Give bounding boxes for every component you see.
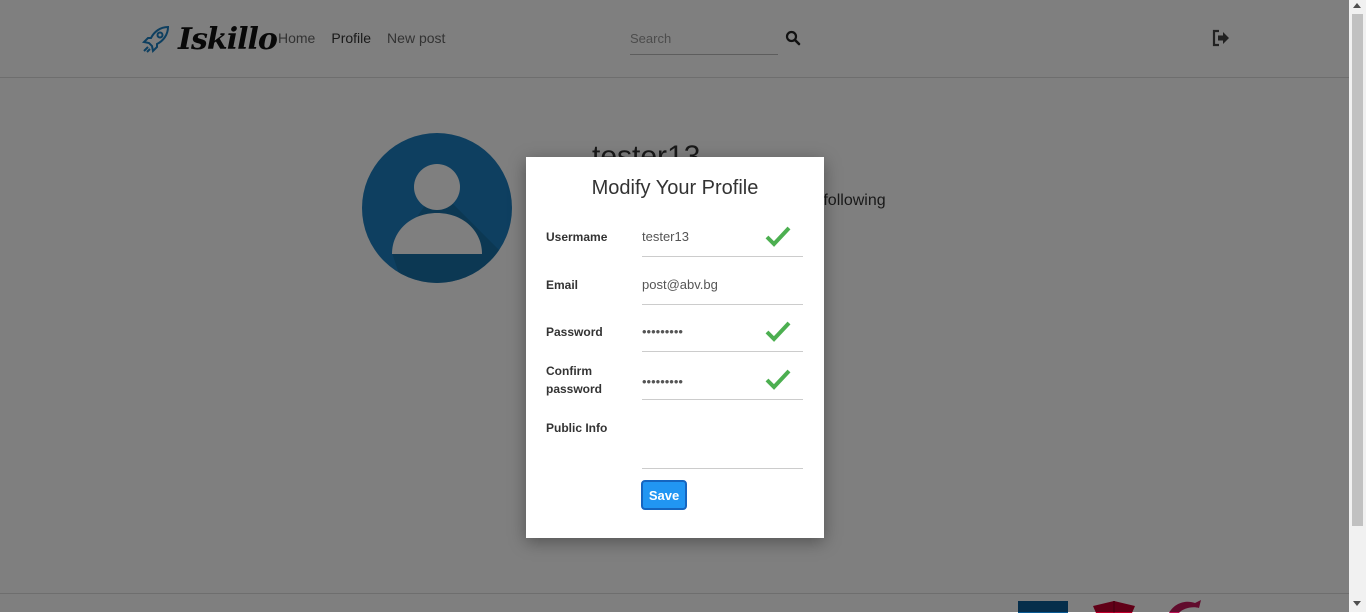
confirm-password-label: Confirm password [546,364,603,396]
check-icon [765,369,791,390]
public-info-field-wrap [642,419,803,469]
username-label: Usermame [546,230,608,244]
password-input[interactable] [642,324,752,339]
check-icon [765,226,791,247]
email-input[interactable] [642,277,752,292]
confirm-password-input[interactable] [642,374,752,389]
email-field-wrap [642,273,803,305]
save-button[interactable]: Save [641,480,687,510]
scrollbar[interactable] [1349,0,1366,612]
modify-profile-modal: Modify Your Profile Usermame Email Passw… [526,157,824,538]
scroll-thumb[interactable] [1352,14,1363,526]
public-info-textarea[interactable] [642,419,797,459]
public-info-label: Public Info [546,421,608,435]
username-input[interactable] [642,229,752,244]
password-label: Password [546,325,603,339]
check-icon [765,321,791,342]
scroll-up-arrow-icon[interactable] [1353,3,1361,8]
modal-title: Modify Your Profile [591,177,759,199]
scroll-down-arrow-icon[interactable] [1353,601,1361,606]
email-label: Email [546,278,579,292]
